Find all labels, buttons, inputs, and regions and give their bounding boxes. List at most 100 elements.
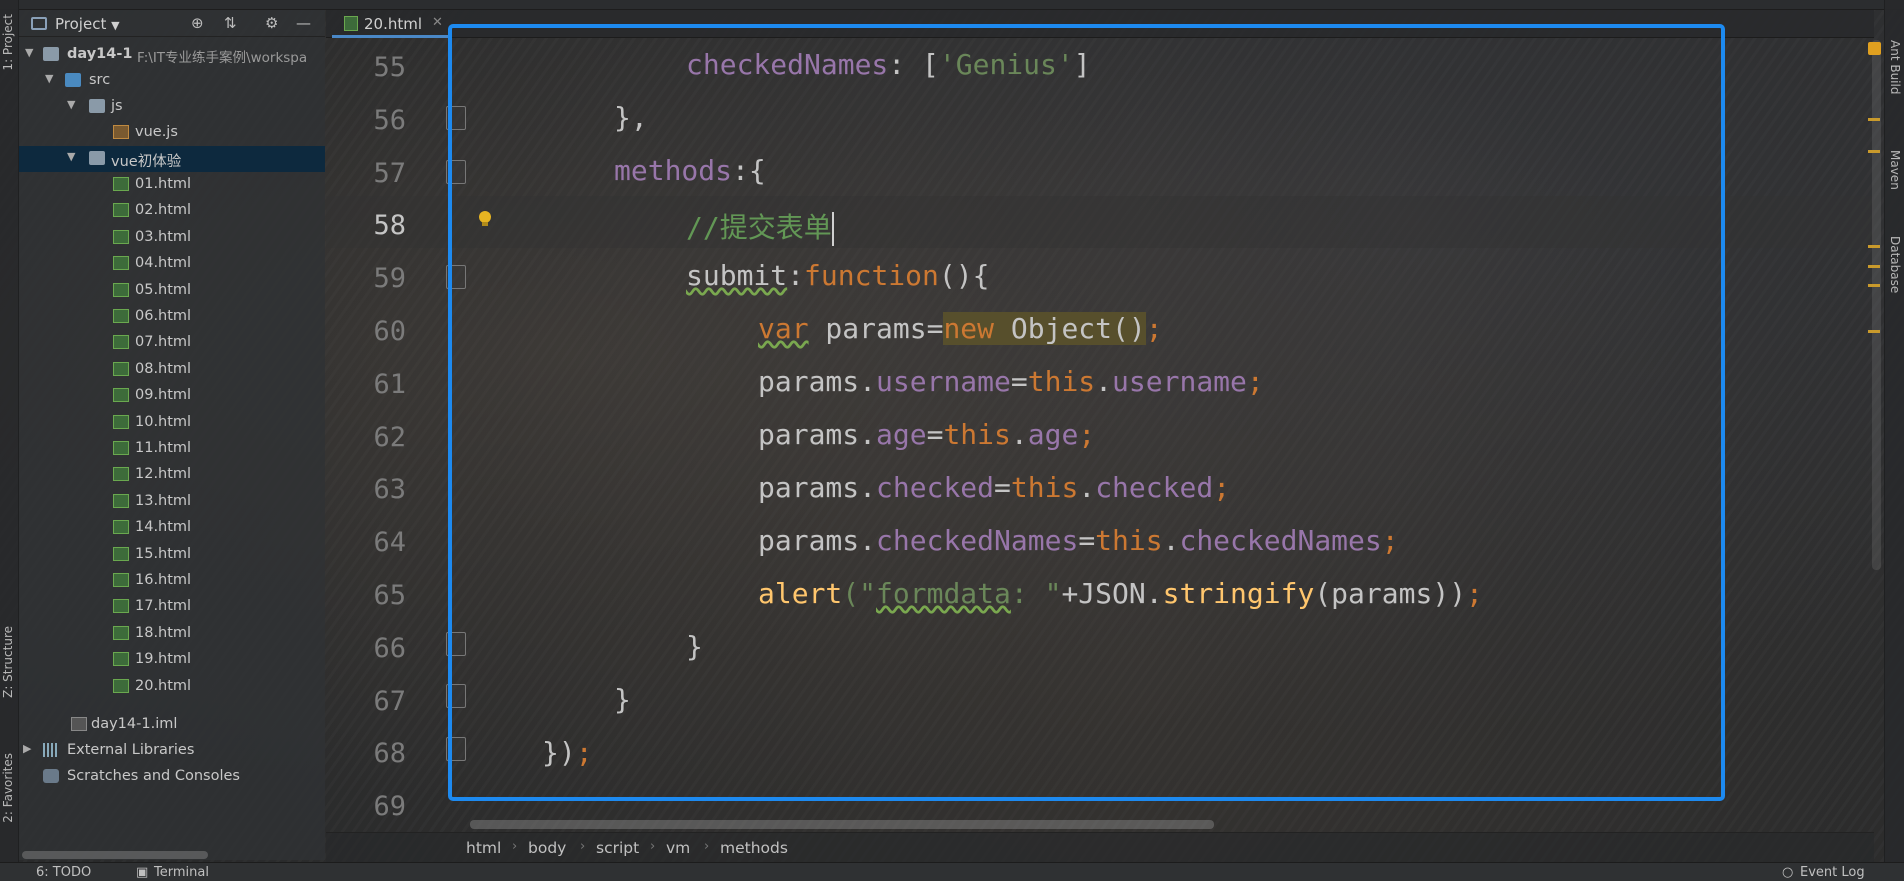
chevron-down-icon[interactable]: ▼ bbox=[45, 72, 53, 85]
tree-item-file[interactable]: 18.html bbox=[19, 621, 325, 647]
warning-indicator-icon[interactable] bbox=[1868, 42, 1881, 55]
error-stripe-marker[interactable] bbox=[1868, 150, 1880, 153]
tree-item-file[interactable]: 08.html bbox=[19, 357, 325, 383]
maven-tool-button[interactable]: Maven bbox=[1888, 150, 1902, 190]
tree-item-file[interactable]: 11.html bbox=[19, 436, 325, 462]
tree-item-scratches[interactable]: Scratches and Consoles bbox=[19, 764, 325, 790]
tree-item-file[interactable]: 16.html bbox=[19, 568, 325, 594]
chevron-down-icon[interactable]: ▼ bbox=[67, 98, 75, 111]
chevron-down-icon: ▼ bbox=[111, 19, 120, 32]
error-stripe-marker[interactable] bbox=[1868, 118, 1880, 121]
tree-item-file[interactable]: 04.html bbox=[19, 251, 325, 277]
tree-item-file[interactable]: 15.html bbox=[19, 542, 325, 568]
html-file-icon bbox=[113, 282, 129, 297]
breadcrumb-item[interactable]: methods bbox=[720, 839, 788, 857]
html-file-icon bbox=[113, 203, 129, 218]
tree-item-file[interactable]: 09.html bbox=[19, 383, 325, 409]
line-number: 69 bbox=[373, 791, 406, 823]
tree-item-file[interactable]: 10.html bbox=[19, 410, 325, 436]
tree-item-js[interactable]: ▼ js bbox=[19, 94, 325, 120]
tree-item-label: 06.html bbox=[135, 308, 192, 324]
tree-item-path: F:\IT专业练手案例\workspa bbox=[137, 50, 308, 66]
editor-horizontal-scrollbar[interactable] bbox=[470, 820, 1214, 829]
error-stripe-marker[interactable] bbox=[1868, 265, 1880, 268]
html-file-icon bbox=[113, 573, 129, 587]
tree-item-iml[interactable]: day14-1.iml bbox=[19, 712, 325, 738]
breadcrumb-separator: › bbox=[580, 839, 586, 854]
tree-item-file[interactable]: 07.html bbox=[19, 330, 325, 356]
tree-item-file[interactable]: 17.html bbox=[19, 594, 325, 620]
gear-icon[interactable]: ⚙ bbox=[265, 14, 278, 32]
tree-item-vue-folder[interactable]: ▼ vue初体验 bbox=[19, 146, 325, 172]
html-file-icon bbox=[113, 467, 129, 482]
event-log-button[interactable]: Event Log bbox=[1800, 865, 1865, 880]
tree-item-label: External Libraries bbox=[67, 742, 195, 758]
chevron-down-icon[interactable]: ▼ bbox=[67, 150, 75, 163]
collapse-all-icon[interactable]: ⇅ bbox=[224, 14, 237, 32]
project-panel: Project ▼ ⊕ ⇅ ⚙ — ▼ day14-1 F:\IT专业练手案例\… bbox=[19, 10, 325, 860]
favorites-tool-button[interactable]: 2: Favorites bbox=[1, 753, 15, 823]
tree-item-file[interactable]: 19.html bbox=[19, 647, 325, 673]
project-view-icon bbox=[31, 17, 47, 30]
breadcrumb-item[interactable]: body bbox=[528, 839, 566, 857]
tree-item-src[interactable]: ▼ src bbox=[19, 68, 325, 94]
library-icon bbox=[43, 743, 59, 757]
project-horizontal-scrollbar[interactable] bbox=[22, 851, 208, 859]
terminal-tool-button[interactable]: Terminal bbox=[154, 865, 209, 880]
left-tool-strip: 1: Project Z: Structure 2: Favorites bbox=[0, 0, 19, 881]
chevron-right-icon[interactable]: ▶ bbox=[23, 742, 31, 755]
tree-item-file[interactable]: 13.html bbox=[19, 489, 325, 515]
hide-panel-icon[interactable]: — bbox=[296, 14, 311, 32]
html-file-icon bbox=[113, 599, 129, 614]
tree-item-file[interactable]: 01.html bbox=[19, 172, 325, 198]
tab-20-html[interactable]: 20.html ✕ bbox=[332, 10, 450, 38]
breadcrumb-item[interactable]: vm bbox=[666, 839, 690, 857]
structure-tool-button[interactable]: Z: Structure bbox=[1, 626, 15, 698]
database-tool-button[interactable]: Database bbox=[1888, 236, 1902, 293]
breadcrumb-item[interactable]: html bbox=[466, 839, 501, 857]
breadcrumb-separator: › bbox=[704, 839, 710, 854]
tree-item-file[interactable]: 02.html bbox=[19, 198, 325, 224]
todo-tool-button[interactable]: 6: TODO bbox=[36, 865, 91, 880]
html-file-icon bbox=[113, 546, 129, 561]
ant-build-tool-button[interactable]: Ant Build bbox=[1888, 40, 1902, 94]
tree-item-file[interactable]: 12.html bbox=[19, 462, 325, 488]
error-stripe-marker[interactable] bbox=[1868, 245, 1880, 248]
tree-item-label: day14-1.iml bbox=[91, 716, 178, 732]
html-file-icon bbox=[113, 493, 129, 508]
tree-item-root[interactable]: ▼ day14-1 F:\IT专业练手案例\workspa bbox=[19, 42, 325, 68]
scratches-icon bbox=[43, 769, 59, 783]
tree-item-file[interactable]: 20.html bbox=[19, 674, 325, 700]
line-number: 64 bbox=[373, 527, 406, 559]
iml-file-icon bbox=[71, 717, 87, 731]
locate-icon[interactable]: ⊕ bbox=[191, 14, 204, 32]
project-tool-button[interactable]: 1: Project bbox=[1, 14, 15, 71]
tree-item-file[interactable]: 05.html bbox=[19, 278, 325, 304]
title-strip bbox=[0, 0, 1904, 10]
tree-item-label: js bbox=[111, 98, 123, 114]
chevron-down-icon[interactable]: ▼ bbox=[25, 46, 33, 59]
html-file-icon bbox=[113, 652, 129, 667]
terminal-icon: ▣ bbox=[136, 865, 149, 880]
line-number-gutter: 55 56 57 58 59 60 61 62 63 64 65 66 67 68 69 bbox=[326, 38, 436, 823]
tree-item-label: 02.html bbox=[135, 202, 192, 219]
error-stripe-marker[interactable] bbox=[1868, 284, 1880, 287]
html-file-icon bbox=[113, 229, 129, 244]
tree-item-label: 16.html bbox=[135, 572, 192, 588]
tree-item-vue-js[interactable]: vue.js bbox=[19, 120, 325, 146]
html-file-icon bbox=[113, 388, 129, 403]
project-panel-header: Project ▼ ⊕ ⇅ ⚙ — bbox=[19, 10, 325, 37]
tree-item-external-libraries[interactable]: ▶ External Libraries bbox=[19, 738, 325, 764]
breadcrumb-item[interactable]: script bbox=[596, 839, 639, 857]
tab-label: 20.html bbox=[364, 15, 423, 33]
project-view-selector[interactable]: Project ▼ bbox=[55, 15, 120, 33]
tree-item-label: 03.html bbox=[135, 228, 192, 245]
close-icon[interactable]: ✕ bbox=[432, 15, 443, 30]
tree-item-file[interactable]: 03.html bbox=[19, 225, 325, 251]
error-stripe-marker[interactable] bbox=[1868, 330, 1880, 333]
tree-item-label: 13.html bbox=[135, 492, 192, 509]
tree-item-file[interactable]: 06.html bbox=[19, 304, 325, 330]
tree-item-label: 10.html bbox=[135, 413, 192, 430]
tree-item-label: 12.html bbox=[135, 466, 192, 483]
tree-item-file[interactable]: 14.html bbox=[19, 515, 325, 541]
